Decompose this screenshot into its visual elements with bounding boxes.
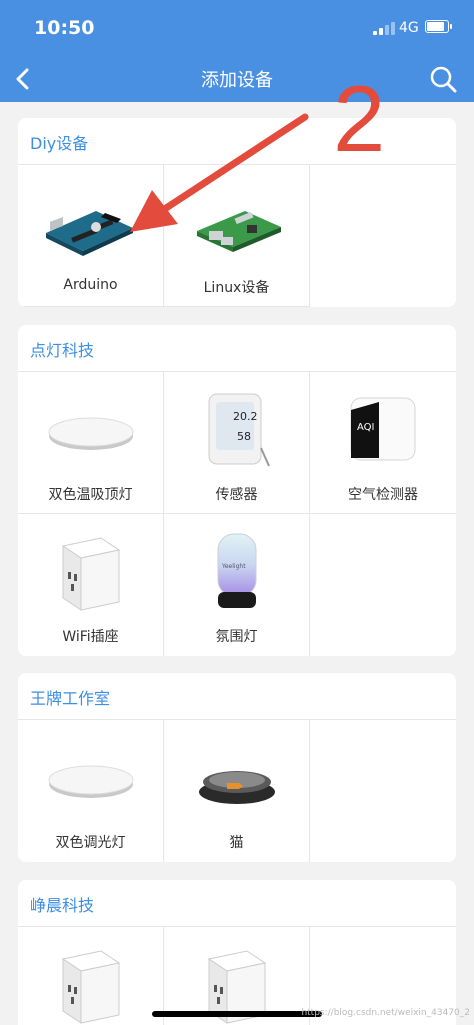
device-label: 空气检测器 [348, 487, 418, 503]
page-title: 添加设备 [201, 70, 273, 91]
sensor-display-icon: 20.2 58 [208, 393, 270, 467]
raspberry-pi-board-icon [197, 211, 281, 252]
smart-socket-icon [61, 537, 121, 611]
device-grid: 双色温吸顶灯 20.2 58 传感器 AQI 空气检测器 WiFi插座 Yeel… [18, 371, 456, 656]
empty-cell [310, 720, 456, 862]
device-label: WiFi插座 [62, 629, 119, 645]
device-item-dimmer-light[interactable]: 双色调光灯 [18, 720, 164, 862]
device-item-air-monitor[interactable]: AQI 空气检测器 [310, 372, 456, 514]
section-title: 点灯科技 [30, 341, 95, 360]
air-quality-monitor-icon: AQI [350, 397, 416, 461]
watermark: https://blog.csdn.net/weixin_43470_2 [301, 1008, 470, 1018]
device-item-ceiling-light[interactable]: 双色温吸顶灯 [18, 372, 164, 514]
device-item-sensor[interactable]: 20.2 58 传感器 [164, 372, 310, 514]
ceiling-light-icon [48, 417, 134, 450]
smart-socket-icon [61, 950, 121, 1024]
home-indicator[interactable] [152, 1011, 322, 1017]
ambient-lamp-icon: Yeelight [217, 533, 257, 608]
device-item-arduino[interactable]: Arduino [18, 165, 164, 307]
annotation-number: 2 [333, 66, 386, 171]
sensor-reading-bottom: 58 [237, 430, 251, 443]
section-title: 峥晨科技 [30, 896, 95, 915]
empty-cell [310, 514, 456, 656]
device-item-wifi-socket[interactable]: WiFi插座 [18, 514, 164, 656]
ceiling-light-icon [48, 765, 134, 798]
device-label: Linux设备 [203, 280, 270, 296]
section-title: Diy设备 [30, 134, 89, 153]
network-label: 4G [399, 20, 419, 36]
device-item-ambient-lamp[interactable]: Yeelight 氛围灯 [164, 514, 310, 656]
device-grid: 双色调光灯 猫 [18, 719, 456, 862]
lamp-brand: Yeelight [221, 563, 246, 570]
device-label: Arduino [63, 277, 118, 293]
section-ace-studio: 王牌工作室 双色调光灯 猫 [18, 673, 456, 862]
device-label: 氛围灯 [215, 629, 258, 645]
pet-bowl-icon [199, 771, 275, 804]
device-label: 传感器 [215, 487, 258, 503]
section-blinker: 点灯科技 双色温吸顶灯 20.2 58 传感器 AQI 空气检测器 WiFi插座… [18, 325, 456, 656]
section-title: 王牌工作室 [30, 689, 111, 708]
device-label: 双色调光灯 [55, 835, 126, 851]
device-grid [18, 926, 456, 1025]
search-icon[interactable] [426, 62, 460, 96]
sensor-reading-top: 20.2 [233, 410, 258, 423]
battery-icon [425, 20, 452, 33]
device-item-linux[interactable]: Linux设备 [164, 165, 310, 307]
device-label: 猫 [229, 835, 244, 851]
device-item-cat[interactable]: 猫 [164, 720, 310, 862]
section-diy: Diy设备 Arduino Linux设备 [18, 118, 456, 307]
status-bar: 10:50 4G [0, 0, 474, 56]
status-time: 10:50 [34, 17, 95, 39]
device-item-socket-1[interactable] [18, 927, 164, 1025]
device-label: 双色温吸顶灯 [48, 487, 133, 503]
device-grid: Arduino Linux设备 [18, 164, 456, 307]
arduino-board-icon [46, 211, 133, 256]
section-zhengchen: 峥晨科技 [18, 880, 456, 1025]
empty-cell [310, 165, 456, 307]
aqi-label: AQI [357, 422, 375, 433]
nav-bar: 添加设备 [0, 56, 474, 102]
signal-icon [373, 21, 395, 35]
